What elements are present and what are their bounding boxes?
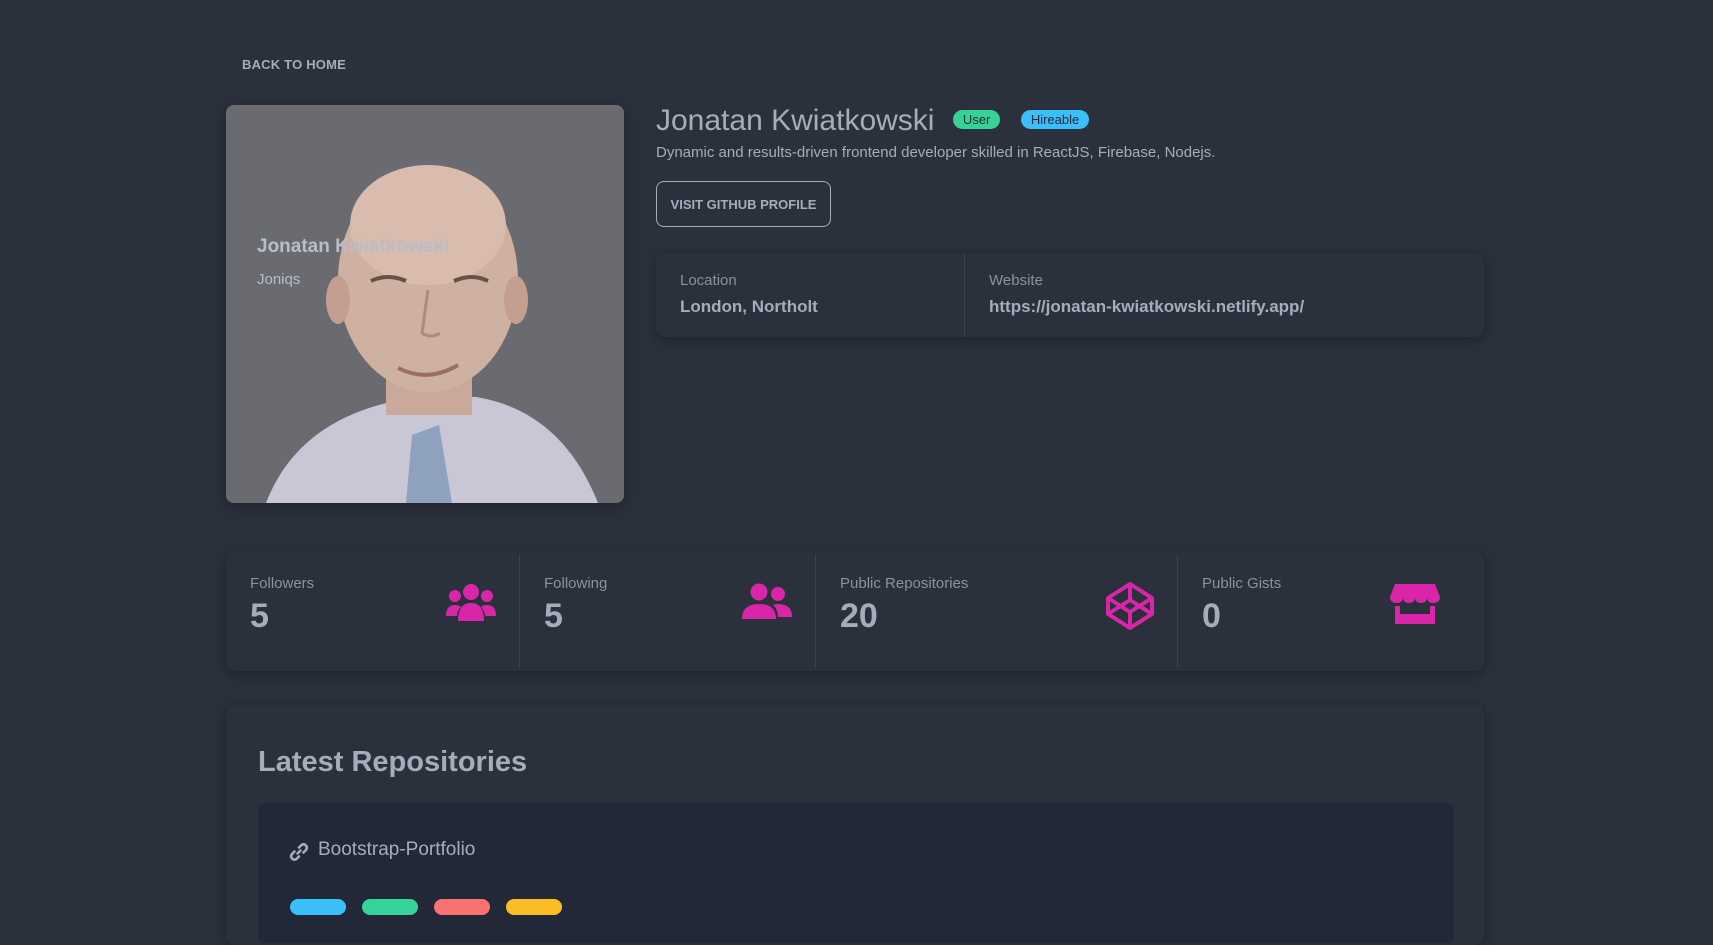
- repo-badge: [434, 899, 490, 915]
- repo-badge: [362, 899, 418, 915]
- users-icon: [446, 584, 496, 621]
- visit-github-profile-button[interactable]: VISIT GITHUB PROFILE: [656, 181, 831, 227]
- user-friends-icon: [742, 583, 792, 619]
- avatar: Jonatan Kwiatkowski Joniqs: [226, 105, 624, 503]
- section-title: Latest Repositories: [258, 746, 528, 778]
- repo-badge: [290, 899, 346, 915]
- profile-bio: Dynamic and results-driven frontend deve…: [656, 144, 1216, 161]
- stat-public-repositories: Public Repositories 20: [840, 551, 1160, 671]
- stat-label: Public Gists: [1202, 575, 1282, 592]
- website-label: Website: [989, 272, 1043, 289]
- avatar-overlay-login: Joniqs: [257, 271, 301, 288]
- link-icon: [289, 842, 309, 862]
- repo-name-link[interactable]: Bootstrap-Portfolio: [318, 839, 475, 861]
- stat-public-gists: Public Gists 0: [1202, 551, 1472, 671]
- stat-divider: [519, 555, 520, 667]
- stat-divider: [815, 555, 816, 667]
- avatar-overlay-name: Jonatan Kwiatkowski: [257, 236, 450, 257]
- location-value: London, Northolt: [680, 297, 818, 316]
- stat-label: Public Repositories: [840, 575, 969, 592]
- stat-value: 0: [1202, 597, 1221, 635]
- profile-name: Jonatan Kwiatkowski: [656, 104, 935, 137]
- profile-info-card: Location London, Northolt Website https:…: [656, 253, 1484, 337]
- profile-header: Jonatan Kwiatkowski User Hireable: [656, 104, 1090, 138]
- website-link[interactable]: https://jonatan-kwiatkowski.netlify.app/: [989, 297, 1304, 317]
- stat-value: 5: [250, 597, 269, 635]
- repo-badge: [506, 899, 562, 915]
- stat-value: 20: [840, 597, 878, 635]
- stat-label: Followers: [250, 575, 315, 592]
- info-divider: [964, 253, 965, 337]
- latest-repositories-section: Latest Repositories Bootstrap-Portfolio: [226, 705, 1484, 945]
- back-to-home-link[interactable]: BACK TO HOME: [242, 57, 346, 72]
- location-label: Location: [680, 272, 737, 289]
- stats-card: Followers 5 Following 5 Public Repositor…: [226, 551, 1484, 671]
- avatar-photo: [226, 105, 624, 503]
- stat-followers: Followers 5: [250, 551, 520, 671]
- hireable-badge: Hireable: [1020, 109, 1090, 129]
- store-icon: [1390, 584, 1440, 624]
- codepen-icon: [1106, 582, 1154, 630]
- stat-divider: [1177, 555, 1178, 667]
- user-badge: User: [952, 109, 1001, 129]
- stat-value: 5: [544, 597, 563, 635]
- repo-card[interactable]: Bootstrap-Portfolio: [258, 803, 1454, 943]
- stat-following: Following 5: [544, 551, 814, 671]
- stat-label: Following: [544, 575, 608, 592]
